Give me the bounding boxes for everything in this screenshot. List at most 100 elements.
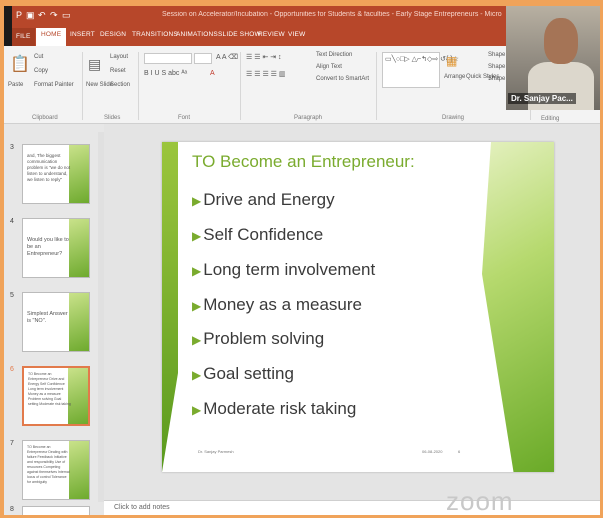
thumb-green-accent (69, 441, 89, 499)
align-text-button[interactable]: Align Text (316, 64, 342, 70)
slide-thumbnail-7[interactable]: TO Become an Entrepreneur Dealing with f… (22, 440, 90, 500)
undo-icon[interactable]: ↶ (38, 10, 46, 21)
font-group-label: Font (178, 115, 191, 121)
save-icon[interactable]: ▣ (26, 10, 35, 21)
slide-footer-number: 6 (458, 449, 461, 454)
tab-insert[interactable]: INSERT (70, 31, 95, 38)
thumb-green-accent (69, 293, 89, 351)
paragraph-group-label: Paragraph (294, 115, 323, 121)
bullet-item[interactable]: ▶ Money as a measure (192, 295, 362, 315)
thumb-number: 6 (10, 366, 14, 373)
ribbon-divider (82, 52, 83, 120)
thumb-number: 4 (10, 218, 14, 225)
tab-slide-show[interactable]: SLIDE SHOW (218, 31, 261, 38)
bullet-arrow-icon: ▶ (192, 194, 202, 208)
bullet-text: Self Confidence (203, 225, 324, 244)
new-slide-icon[interactable]: ▤ (88, 56, 101, 73)
bullet-item[interactable]: ▶ Moderate risk taking (192, 399, 356, 419)
webcam-video-tile[interactable]: Dr. Sanjay Pac... (506, 6, 600, 110)
paste-button[interactable]: Paste (8, 82, 23, 88)
bullet-arrow-icon: ▶ (192, 368, 202, 382)
arrange-button[interactable]: Arrange (444, 74, 465, 80)
shapes-gallery[interactable]: ▭╲○□▷ △⌐↰◇⇨ ↺{ }☆ (382, 52, 459, 88)
section-button[interactable]: Section (110, 82, 130, 88)
thumb-text: TO Become an Entrepreneur Dealing with f… (27, 445, 70, 484)
thumb-number: 7 (10, 440, 14, 447)
slide-footer-author: Dr. Sanjay Parmesh (198, 449, 234, 454)
bullet-text: Money as a measure (203, 295, 362, 314)
reset-button[interactable]: Reset (110, 68, 126, 74)
slide-editing-area: TO Become an Entrepreneur: ▶ Drive and En… (104, 124, 600, 500)
slide-left-decoration (162, 142, 178, 472)
speaker-head (544, 18, 578, 64)
tab-review[interactable]: REVIEW (258, 31, 285, 38)
format-painter-button[interactable]: Format Painter (34, 82, 74, 88)
bullet-text: Problem solving (203, 329, 325, 348)
font-format-buttons[interactable]: B I U S abc ᴬᵃ (144, 70, 187, 77)
powerpoint-logo-icon: P (16, 10, 23, 20)
current-slide[interactable]: TO Become an Entrepreneur: ▶ Drive and En… (162, 142, 554, 472)
new-slide-button[interactable]: New Slide (86, 82, 113, 88)
thumb-number: 3 (10, 144, 14, 151)
layout-button[interactable]: Layout (110, 54, 128, 60)
tab-animations[interactable]: ANIMATIONS (176, 31, 218, 38)
slide-thumbnails-pane: 3 and, The biggest communication problem… (4, 124, 104, 515)
start-slideshow-icon[interactable]: ▭ (62, 10, 71, 21)
paste-icon[interactable]: 📋 (10, 54, 30, 74)
thumb-green-accent (69, 145, 89, 203)
bullet-text: Moderate risk taking (203, 399, 357, 418)
ribbon-divider (240, 52, 241, 120)
bullet-item[interactable]: ▶ Goal setting (192, 364, 294, 384)
slide-thumbnail-3[interactable]: and, The biggest communication problem i… (22, 144, 90, 204)
cut-button[interactable]: Cut (34, 54, 43, 60)
slide-thumbnail-8[interactable] (22, 506, 90, 515)
thumb-number: 5 (10, 292, 14, 299)
list-buttons[interactable]: ☰ ☰ ⇤ ⇥ ↕ (246, 53, 282, 61)
font-size-dropdown[interactable] (194, 53, 212, 64)
tab-home[interactable]: HOME (36, 28, 67, 46)
zoom-watermark: zoom (446, 486, 514, 515)
slides-group-label: Slides (104, 115, 121, 121)
arrange-icon[interactable]: ▦ (446, 54, 457, 68)
bullet-item[interactable]: ▶ Drive and Energy (192, 190, 335, 210)
tab-design[interactable]: DESIGN (100, 31, 126, 38)
editing-group-label: Editing (541, 116, 560, 122)
ribbon-divider (376, 52, 377, 120)
bullet-arrow-icon: ▶ (192, 264, 202, 278)
tab-file[interactable]: FILE (12, 28, 35, 46)
redo-icon[interactable]: ↷ (50, 10, 58, 21)
drawing-group-label: Drawing (442, 115, 465, 121)
bullet-arrow-icon: ▶ (192, 229, 202, 243)
bullet-text: Goal setting (203, 364, 294, 383)
slide-footer-date: 06-08-2020 (422, 449, 443, 454)
font-size-controls[interactable]: A A ⌫ (216, 53, 238, 61)
thumb-text: Simplest Answer is "NO". (27, 311, 68, 324)
font-color-icon[interactable]: A (210, 70, 215, 77)
ribbon-divider (138, 52, 139, 120)
thumb-text: TO Become an Entrepreneur Drive and Ener… (28, 372, 71, 406)
slide-thumbnail-6-selected[interactable]: TO Become an Entrepreneur Drive and Ener… (22, 366, 90, 426)
orange-border-frame: P ▣ ↶ ↷ ▭ Session on Accelerator/Incubat… (0, 0, 603, 518)
bullet-arrow-icon: ▶ (192, 299, 202, 313)
font-name-dropdown[interactable] (144, 53, 192, 64)
slide-title[interactable]: TO Become an Entrepreneur: (192, 152, 415, 172)
thumb-number: 8 (10, 506, 14, 513)
slide-thumbnail-5[interactable]: Simplest Answer is "NO". (22, 292, 90, 352)
participant-name: Dr. Sanjay Pac... (508, 93, 576, 104)
tab-transitions[interactable]: TRANSITIONS (132, 31, 178, 38)
align-buttons[interactable]: ☰ ☰ ☰ ☰ ▥ (246, 70, 286, 78)
convert-smartart-button[interactable]: Convert to SmartArt (316, 76, 369, 82)
bullet-text: Drive and Energy (203, 190, 335, 209)
bullet-item[interactable]: ▶ Self Confidence (192, 225, 323, 245)
text-direction-button[interactable]: Text Direction (316, 52, 352, 58)
tab-view[interactable]: VIEW (288, 31, 305, 38)
bullet-item[interactable]: ▶ Problem solving (192, 329, 324, 349)
slide-right-decoration (482, 142, 554, 472)
notes-pane[interactable]: Click to add notes (104, 500, 600, 515)
slide-thumbnail-4[interactable]: Would you like to be an Entrepreneur? (22, 218, 90, 278)
clipboard-group-label: Clipboard (32, 115, 58, 121)
bullet-arrow-icon: ▶ (192, 333, 202, 347)
bullet-item[interactable]: ▶ Long term involvement (192, 260, 375, 280)
copy-button[interactable]: Copy (34, 68, 48, 74)
thumb-green-accent (69, 219, 89, 277)
